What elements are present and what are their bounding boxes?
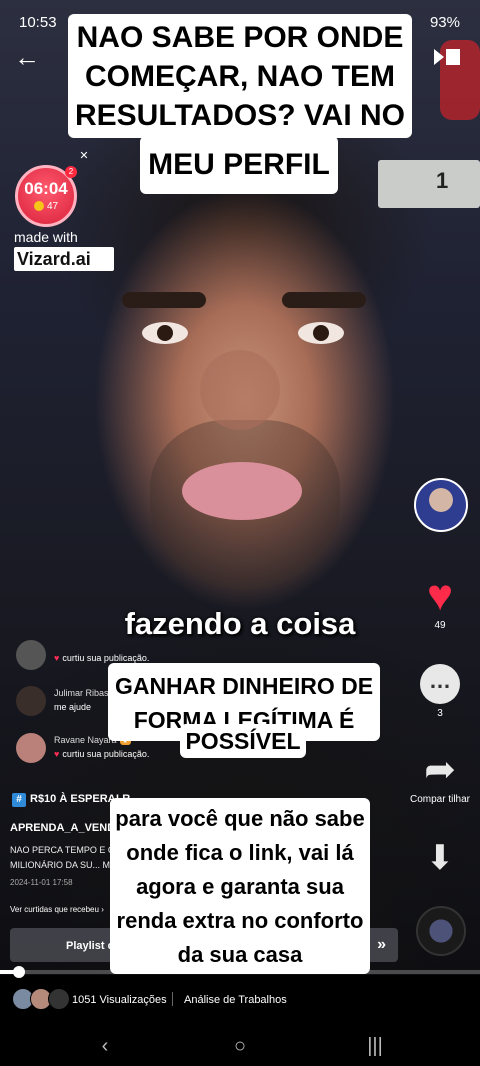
hashtag-icon: # — [12, 793, 26, 807]
right-brow — [282, 292, 366, 308]
comment-text: curtiu sua publicação. — [62, 653, 150, 663]
timer-notification-dot: 2 — [65, 166, 77, 178]
left-brow — [122, 292, 206, 308]
comment-count: 3 — [437, 708, 443, 719]
chevron-right-icon: › — [101, 905, 104, 914]
download-button[interactable]: ⬇ — [405, 836, 475, 880]
timer-count: 47 — [46, 201, 59, 212]
share-label: Compar tilhar — [409, 794, 471, 805]
analysis-link[interactable]: Análise de Trabalhos — [184, 994, 287, 1006]
coin-icon — [33, 201, 44, 212]
background-monitor: 1 — [378, 160, 480, 208]
timer-time: 06:04 — [24, 179, 68, 198]
comment-author: Julimar Ribas — [54, 688, 109, 698]
stats-bar: 1051 Visualizações Análise de Trabalhos — [0, 980, 480, 1020]
watermark-brand: Vizard.ai — [14, 247, 114, 271]
view-likes-label: Ver curtidas que recebeu — [10, 905, 99, 914]
back-arrow-icon[interactable]: ← — [14, 42, 44, 72]
sound-disc[interactable] — [416, 906, 466, 956]
status-time: 10:53 — [19, 14, 57, 31]
left-eye — [142, 322, 188, 344]
comment-button[interactable]: … 3 — [405, 662, 475, 719]
battery-level: 93% — [429, 14, 460, 31]
caption-middle-2: POSSÍVEL — [180, 724, 306, 758]
close-icon[interactable]: ✕ — [78, 150, 90, 162]
heart-icon: ♥ — [54, 653, 60, 663]
lips — [182, 462, 302, 520]
creator-avatar[interactable] — [414, 478, 468, 532]
like-button[interactable]: ♥ 49 — [405, 571, 475, 632]
avatar — [48, 988, 70, 1010]
watermark-text: made with — [14, 229, 78, 245]
post-description[interactable]: NAO PERCA TEMPO E C MILIONÁRIO DA SU... … — [10, 843, 120, 873]
post-date: 2024-11-01 17:58 — [10, 878, 73, 887]
share-icon: ➦ — [424, 749, 456, 791]
comment-author: Ravane Nayara — [54, 735, 117, 745]
avatar — [16, 733, 46, 763]
view-likes-link[interactable]: Ver curtidas que recebeu › — [10, 905, 104, 914]
video-progress-bar[interactable] — [0, 966, 480, 978]
nav-home-icon[interactable]: ○ — [225, 1034, 255, 1058]
caption-top: NAO SABE POR ONDE COMEÇAR, NAO TEM RESUL… — [68, 14, 412, 138]
download-icon: ⬇ — [425, 839, 455, 877]
share-button[interactable]: ➦ Compar tilhar — [405, 748, 475, 805]
nav-back-icon[interactable]: ‹ — [90, 1034, 120, 1058]
view-count[interactable]: 1051 Visualizações — [72, 994, 167, 1006]
comment-text: me ajude — [54, 702, 92, 712]
heart-icon: ♥ — [54, 749, 60, 759]
avatar — [16, 640, 46, 670]
fast-forward-icon: » — [377, 936, 386, 953]
nav-recent-icon[interactable]: ||| — [360, 1034, 390, 1058]
divider — [172, 992, 173, 1006]
caption-bottom: para você que não sabe onde fica o link,… — [110, 798, 370, 974]
caption-top-2: MEU PERFIL — [140, 136, 338, 194]
comment-icon: … — [420, 664, 460, 704]
cast-icon[interactable] — [432, 45, 462, 69]
progress-knob[interactable] — [13, 966, 26, 978]
like-count: 49 — [434, 620, 446, 631]
avatar — [16, 686, 46, 716]
heart-icon: ♥ — [426, 571, 454, 620]
system-nav-bar: ‹ ○ ||| — [0, 1026, 480, 1066]
right-eye — [298, 322, 344, 344]
post-author[interactable]: APRENDA_A_VENDE — [10, 822, 122, 834]
comment-text: curtiu sua publicação. — [62, 749, 150, 759]
nose — [200, 350, 280, 430]
